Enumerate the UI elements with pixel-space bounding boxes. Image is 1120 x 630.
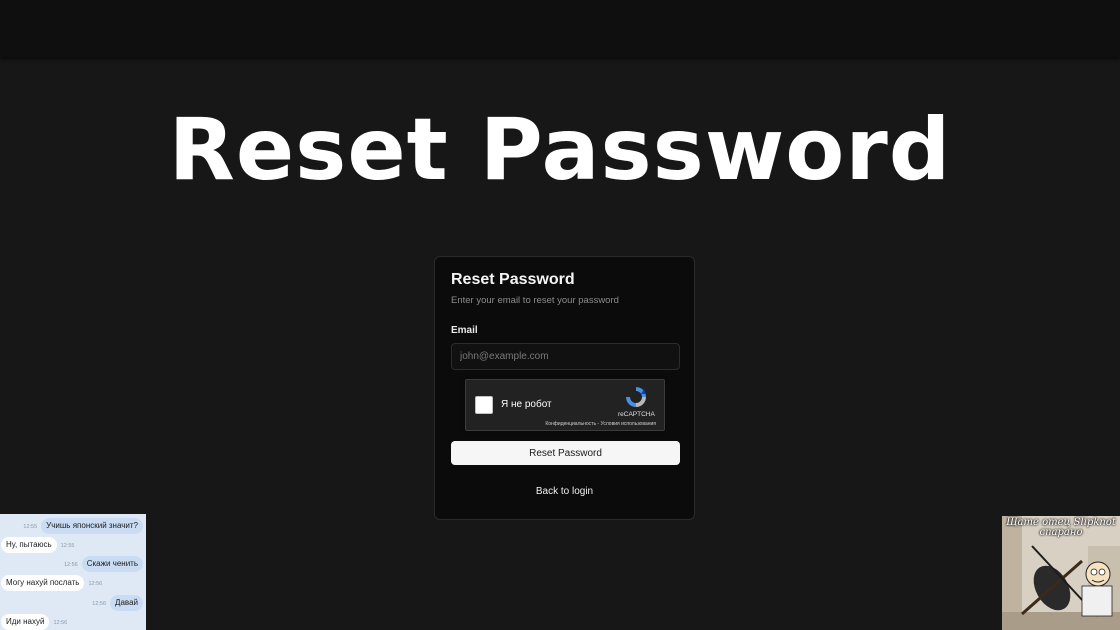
message-time: 12:56: [92, 601, 107, 607]
message-time: 12:55: [23, 524, 38, 530]
page-headline: Reset Password: [168, 100, 952, 200]
recaptcha-links[interactable]: Конфиденциальность - Условия использован…: [545, 421, 656, 427]
recaptcha-logo-icon: [626, 387, 646, 407]
recaptcha-widget: Я не робот reCAPTCHA Конфиденциальность …: [465, 379, 665, 431]
email-label: Email: [451, 325, 478, 336]
top-bar: [0, 0, 1120, 57]
chat-overlay: 12:55 Учишь японский значит? Ну, пытаюсь 1…: [0, 514, 146, 630]
message-text: Давай: [110, 595, 143, 611]
message-text: Учишь японский значит?: [41, 518, 143, 534]
chat-message: Ну, пытаюсь 12:55: [1, 537, 78, 553]
recaptcha-label: Я не робот: [501, 399, 552, 410]
reset-password-card: Reset Password Enter your email to reset…: [434, 256, 695, 520]
chat-message: 12:55 Учишь японский значит?: [19, 518, 143, 534]
message-text: Скажи ченить: [81, 556, 143, 572]
message-time: 12:56: [63, 562, 78, 568]
chat-message: 12:56 Скажи ченить: [60, 556, 143, 572]
card-title: Reset Password: [451, 271, 575, 288]
message-time: 12:56: [88, 581, 103, 587]
message-time: 12:56: [53, 620, 68, 626]
meme-overlay: Щате отец Slipknot спарано: [1002, 516, 1120, 630]
card-subtitle: Enter your email to reset your password: [451, 295, 619, 306]
back-to-login-link[interactable]: Back to login: [435, 486, 694, 497]
reset-password-button[interactable]: Reset Password: [451, 441, 680, 465]
message-text: Иди нахуй: [1, 614, 50, 630]
message-text: Могу нахуй послать: [1, 575, 85, 591]
meme-caption: Щате отец Slipknot спарано: [1002, 518, 1120, 538]
recaptcha-brand: reCAPTCHA: [618, 411, 655, 418]
chat-message: Могу нахуй послать 12:56: [1, 575, 106, 591]
chat-message: 12:56 Давай: [88, 595, 143, 611]
recaptcha-checkbox[interactable]: [475, 396, 493, 414]
meme-caption-line: спарано: [1039, 527, 1083, 538]
chat-message: Иди нахуй 12:56: [1, 614, 71, 630]
message-time: 12:55: [60, 543, 75, 549]
email-input[interactable]: [451, 343, 680, 370]
message-text: Ну, пытаюсь: [1, 537, 57, 553]
